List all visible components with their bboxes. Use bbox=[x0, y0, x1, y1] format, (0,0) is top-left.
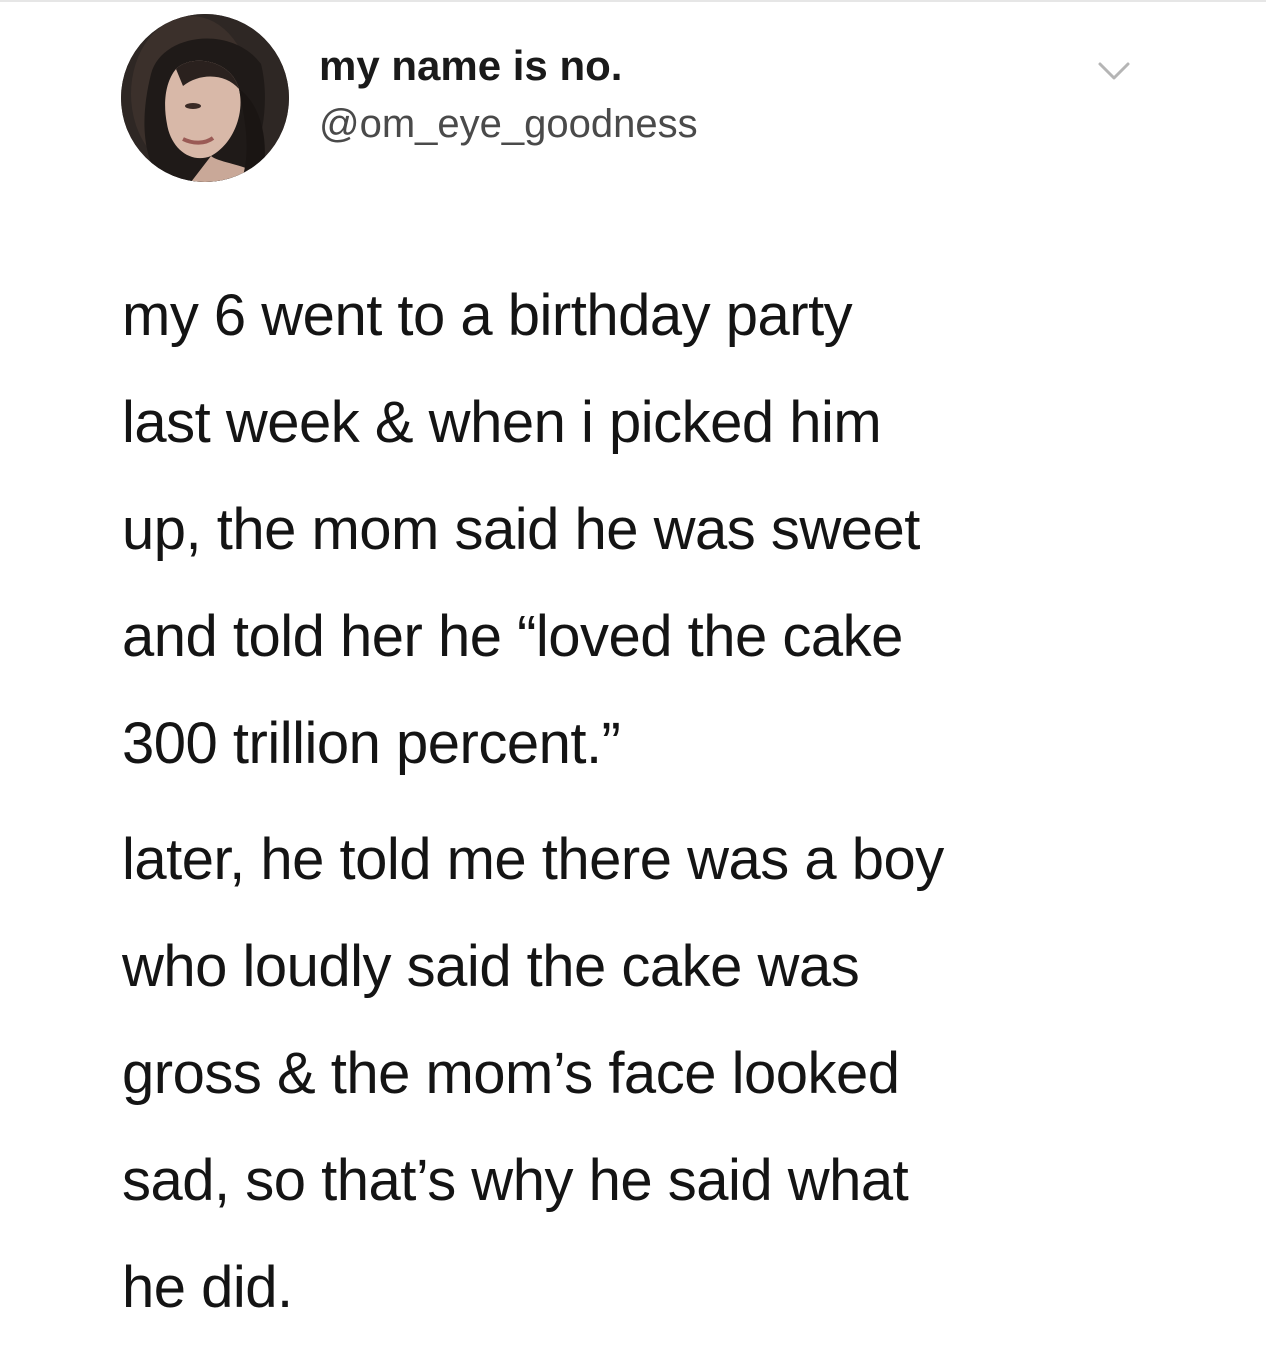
tweet-paragraph: my 6 went to a birthday party last week … bbox=[122, 262, 1222, 797]
tweet-line: gross & the mom’s face looked bbox=[122, 1041, 900, 1106]
tweet-line: sad, so that’s why he said what bbox=[122, 1148, 909, 1213]
tweet-paragraph: later, he told me there was a boy who lo… bbox=[122, 806, 1222, 1341]
tweet-line: my 6 went to a birthday party bbox=[122, 283, 853, 348]
author-handle[interactable]: @om_eye_goodness bbox=[319, 97, 698, 151]
tweet-line: up, the mom said he was sweet bbox=[122, 497, 920, 562]
avatar[interactable] bbox=[121, 14, 289, 182]
tweet-text: my 6 went to a birthday party last week … bbox=[122, 262, 1222, 1341]
author-display-name[interactable]: my name is no. bbox=[319, 38, 622, 94]
tweet-card: my name is no. @om_eye_goodness my 6 wen… bbox=[0, 0, 1266, 1371]
tweet-line: last week & when i picked him bbox=[122, 390, 882, 455]
profile-photo bbox=[121, 14, 289, 182]
tweet-line: 300 trillion percent.” bbox=[122, 711, 621, 776]
tweet-line: later, he told me there was a boy bbox=[122, 827, 944, 892]
tweet-line: who loudly said the cake was bbox=[122, 934, 860, 999]
chevron-down-icon bbox=[1098, 62, 1130, 80]
tweet-line: he did. bbox=[122, 1255, 293, 1320]
tweet-line: and told her he “loved the cake bbox=[122, 604, 903, 669]
tweet-menu-button[interactable] bbox=[1090, 56, 1138, 88]
